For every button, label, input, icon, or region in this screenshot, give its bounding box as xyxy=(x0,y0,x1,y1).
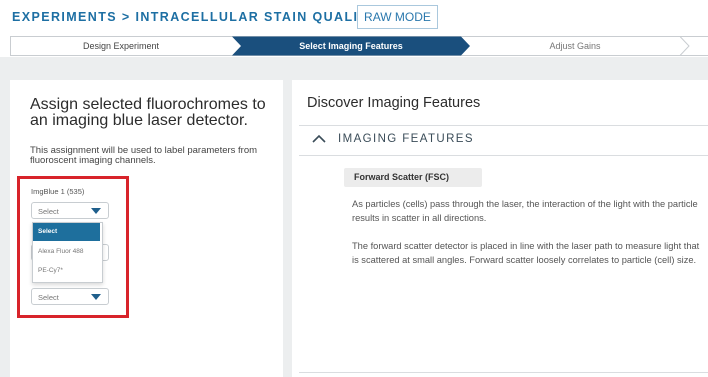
raw-mode-button[interactable]: RAW MODE xyxy=(357,5,438,29)
highlight-box xyxy=(17,176,129,318)
step-progress-bar: Design Experiment Select Imaging Feature… xyxy=(10,36,708,56)
step-design-experiment[interactable]: Design Experiment xyxy=(10,36,232,56)
raw-mode-label: RAW MODE xyxy=(364,10,431,24)
step-select-imaging-features[interactable]: Select Imaging Features xyxy=(241,36,461,56)
feature-title-badge: Forward Scatter (FSC) xyxy=(344,168,482,187)
fsc-description-2: The forward scatter detector is placed i… xyxy=(352,241,700,265)
assign-heading: Assign selected fluorochromes to an imag… xyxy=(30,96,266,129)
assign-subtext: This assignment will be used to label pa… xyxy=(30,145,258,166)
panel-divider xyxy=(299,372,708,373)
breadcrumb[interactable]: EXPERIMENTS > INTRACELLULAR STAIN QUALIT… xyxy=(12,10,413,24)
step-adjust-gains[interactable]: Adjust Gains xyxy=(470,36,680,56)
discover-heading: Discover Imaging Features xyxy=(307,95,481,111)
imaging-features-title: IMAGING FEATURES xyxy=(338,133,474,145)
fsc-description-1: As particles (cells) pass through the la… xyxy=(352,199,698,223)
chevron-up-icon[interactable] xyxy=(312,134,326,143)
